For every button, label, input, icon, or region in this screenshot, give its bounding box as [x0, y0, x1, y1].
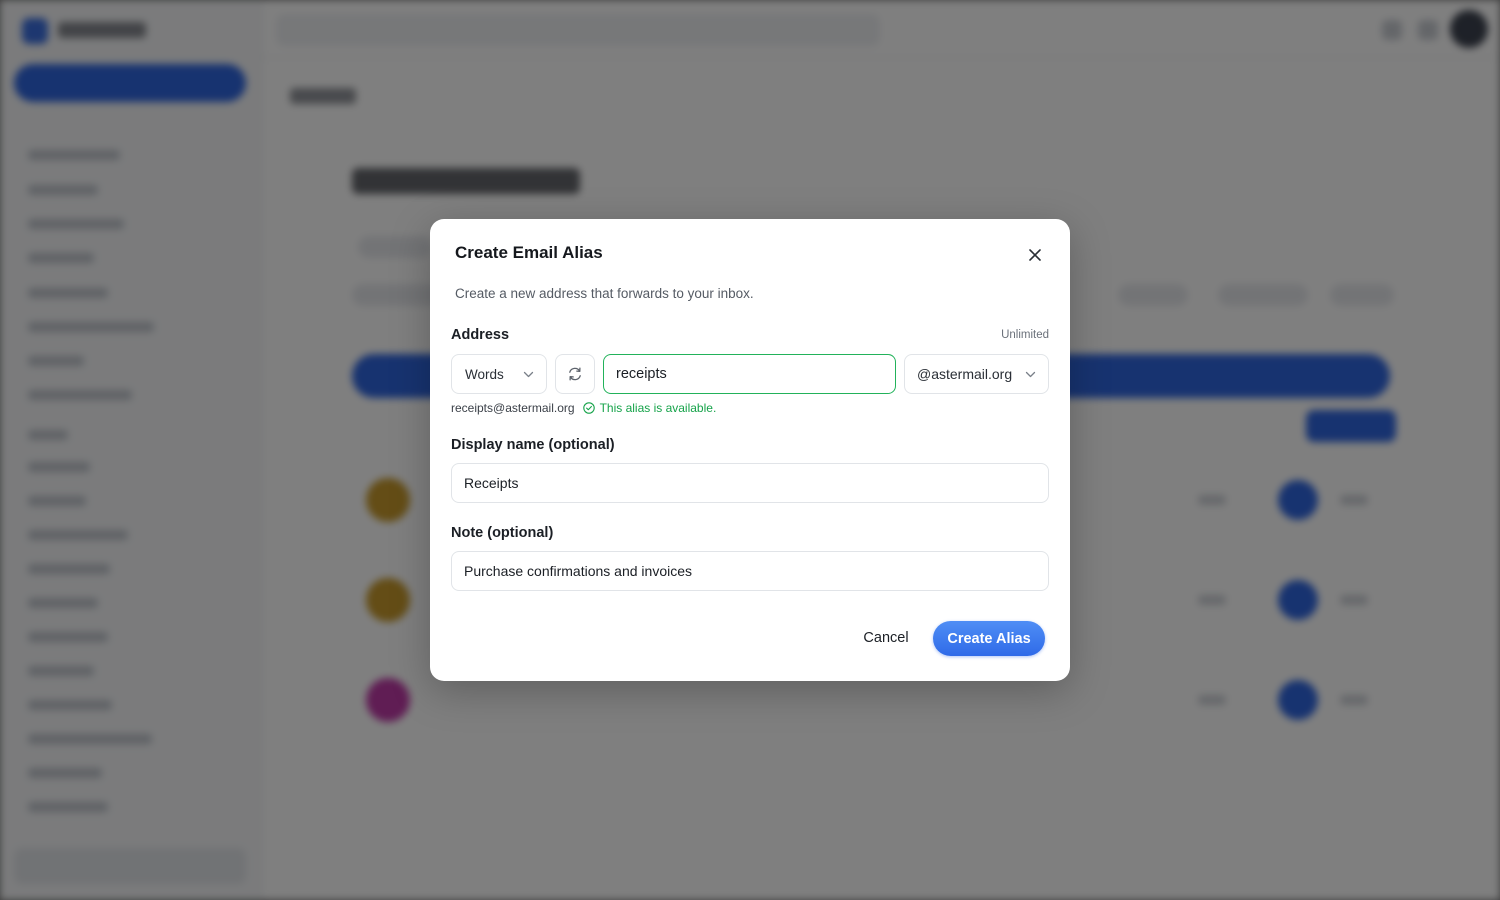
note-input[interactable]	[451, 551, 1049, 591]
domain-select[interactable]: @astermail.org	[904, 354, 1049, 394]
alias-input[interactable]	[603, 354, 896, 394]
alias-limit-text: Unlimited	[1001, 329, 1049, 341]
availability-text: This alias is available.	[599, 401, 717, 415]
address-label: Address	[451, 327, 510, 343]
generator-mode-select[interactable]: Words	[451, 354, 547, 394]
alias-preview: receipts@astermail.org	[451, 401, 575, 415]
create-alias-dialog: Create Email Alias Create a new address …	[430, 219, 1070, 681]
dialog-subtitle: Create a new address that forwards to yo…	[455, 286, 754, 301]
close-icon	[1029, 249, 1041, 261]
display-name-input[interactable]	[451, 463, 1049, 503]
regenerate-button[interactable]	[555, 354, 595, 394]
chevron-down-icon	[523, 371, 534, 378]
availability-status: This alias is available.	[582, 401, 717, 415]
cancel-button[interactable]: Cancel	[853, 621, 919, 655]
refresh-icon	[569, 367, 581, 381]
note-label: Note (optional)	[451, 525, 554, 541]
create-alias-button[interactable]: Create Alias	[933, 621, 1045, 656]
dialog-title: Create Email Alias	[455, 243, 603, 262]
alias-preview-row: receipts@astermail.org This alias is ava…	[451, 401, 716, 415]
close-button[interactable]	[1022, 242, 1048, 268]
chevron-down-icon	[1025, 371, 1036, 378]
display-name-label: Display name (optional)	[451, 437, 615, 453]
domain-value: @astermail.org	[917, 366, 1013, 382]
check-circle-icon	[582, 402, 595, 414]
generator-mode-value: Words	[465, 366, 504, 382]
